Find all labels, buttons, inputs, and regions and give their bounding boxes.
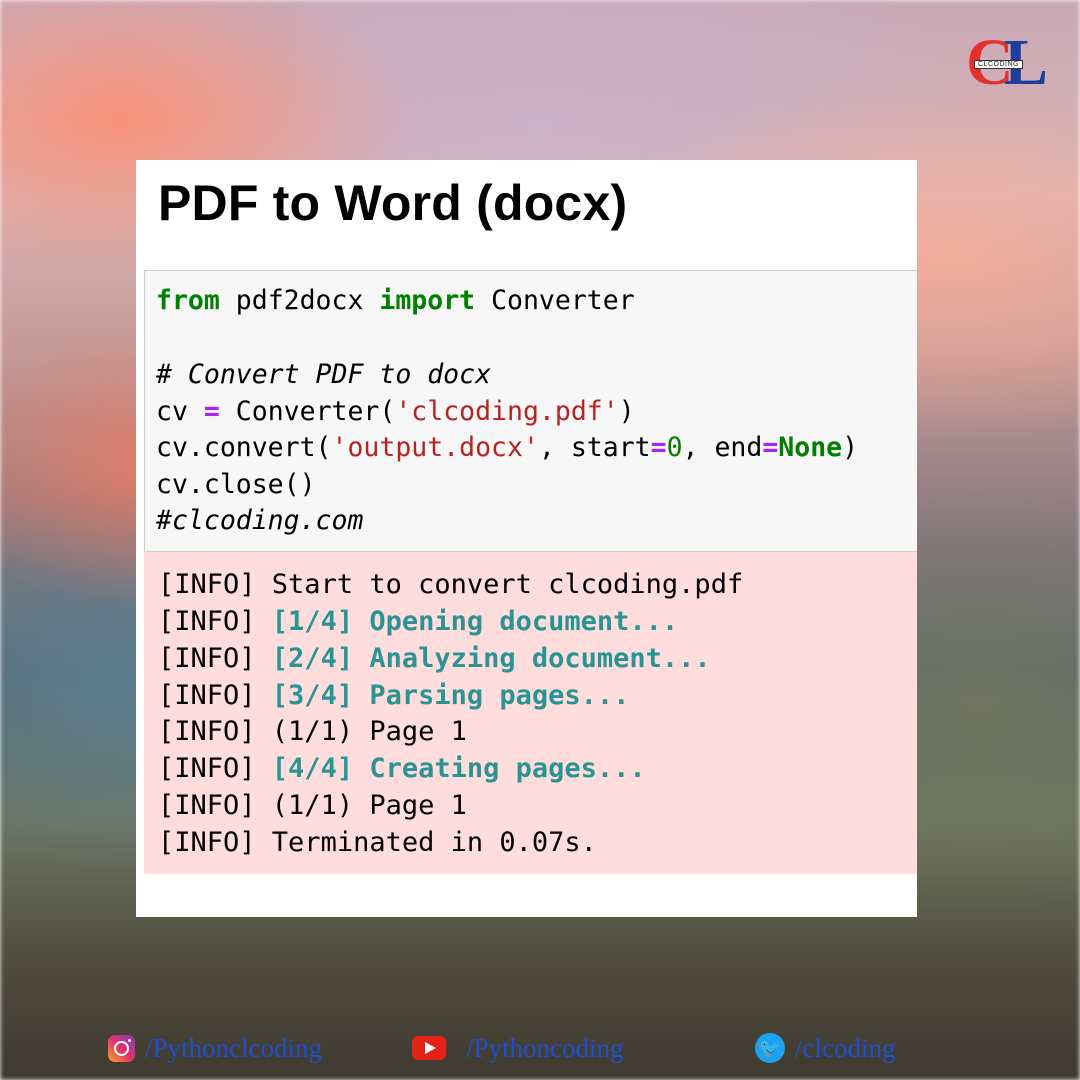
youtube-handle: /Pythoncoding [466, 1032, 624, 1063]
output-text: Terminated in 0.07s. [271, 827, 597, 858]
output-line: [INFO] Terminated in 0.07s. [158, 829, 597, 856]
output-prefix: [INFO] [158, 716, 272, 747]
page-title: PDF to Word (docx) [158, 175, 628, 231]
code-module: pdf2docx [219, 285, 380, 316]
code-line: cv.close() [156, 469, 316, 500]
output-text: Start to convert clcoding.pdf [271, 569, 744, 600]
output-highlight: [2/4] Analyzing document... [271, 643, 711, 674]
youtube-icon [412, 1036, 446, 1060]
logo-brand-text: CLCODING [974, 60, 1023, 69]
code-number: 0 [666, 432, 683, 463]
output-highlight: [3/4] Parsing pages... [271, 680, 630, 711]
code-text: , end [682, 432, 763, 463]
code-operator: = [650, 432, 667, 463]
output-highlight: [4/4] Creating pages... [271, 753, 646, 784]
twitter-handle: /clcoding [795, 1032, 896, 1063]
code-text: ) [842, 432, 859, 463]
output-prefix: [INFO] [158, 680, 272, 711]
youtube-link[interactable]: /Pythoncoding [412, 1030, 624, 1066]
output-prefix: [INFO] [158, 790, 272, 821]
output-line: [INFO] [3/4] Parsing pages... [158, 682, 629, 709]
code-comment: # Convert PDF to docx [156, 359, 492, 390]
code-name: Converter [475, 285, 635, 316]
output-prefix: [INFO] [158, 643, 272, 674]
instagram-icon [108, 1034, 135, 1062]
notebook-card: PDF to Word (docx) from pdf2docx import … [136, 160, 917, 917]
output-highlight: [1/4] Opening document... [271, 606, 679, 637]
code-text: ) [618, 396, 635, 427]
code-line: cv = Converter('clcoding.pdf') [156, 396, 635, 427]
instagram-link[interactable]: /Pythonclcoding [108, 1030, 322, 1066]
output-prefix: [INFO] [158, 606, 272, 637]
output-cell: [INFO] Start to convert clcoding.pdf [IN… [144, 552, 917, 874]
instagram-handle: /Pythonclcoding [145, 1032, 322, 1063]
code-keyword: import [379, 285, 476, 316]
output-line: [INFO] (1/1) Page 1 [158, 792, 467, 819]
code-operator: = [203, 396, 220, 427]
twitter-link[interactable]: 🐦 /clcoding [755, 1030, 895, 1066]
output-prefix: [INFO] [158, 827, 272, 858]
twitter-icon: 🐦 [755, 1033, 785, 1063]
code-cell[interactable]: from pdf2docx import Converter # Convert… [144, 270, 917, 552]
code-text: cv.convert( [156, 432, 332, 463]
code-keyword: from [156, 285, 220, 316]
output-line: [INFO] (1/1) Page 1 [158, 718, 467, 745]
code-line: cv.convert('output.docx', start=0, end=N… [156, 432, 859, 463]
code-string: 'clcoding.pdf' [395, 396, 619, 427]
code-string: 'output.docx' [331, 432, 539, 463]
output-line: [INFO] Start to convert clcoding.pdf [158, 571, 743, 598]
code-text: Converter( [219, 396, 396, 427]
output-line: [INFO] [2/4] Analyzing document... [158, 645, 711, 672]
output-text: (1/1) Page 1 [271, 716, 467, 747]
code-text: , start [538, 432, 651, 463]
output-prefix: [INFO] [158, 753, 272, 784]
output-text: (1/1) Page 1 [271, 790, 467, 821]
code-line: from pdf2docx import Converter [156, 285, 635, 316]
output-line: [INFO] [1/4] Opening document... [158, 608, 678, 635]
code-text: cv [156, 396, 204, 427]
output-line: [INFO] [4/4] Creating pages... [158, 755, 646, 782]
code-operator: = [762, 432, 779, 463]
clcoding-logo: C L CLCODING [966, 30, 1050, 96]
output-prefix: [INFO] [158, 569, 272, 600]
code-comment: #clcoding.com [156, 505, 364, 536]
code-keyword: None [778, 432, 843, 463]
